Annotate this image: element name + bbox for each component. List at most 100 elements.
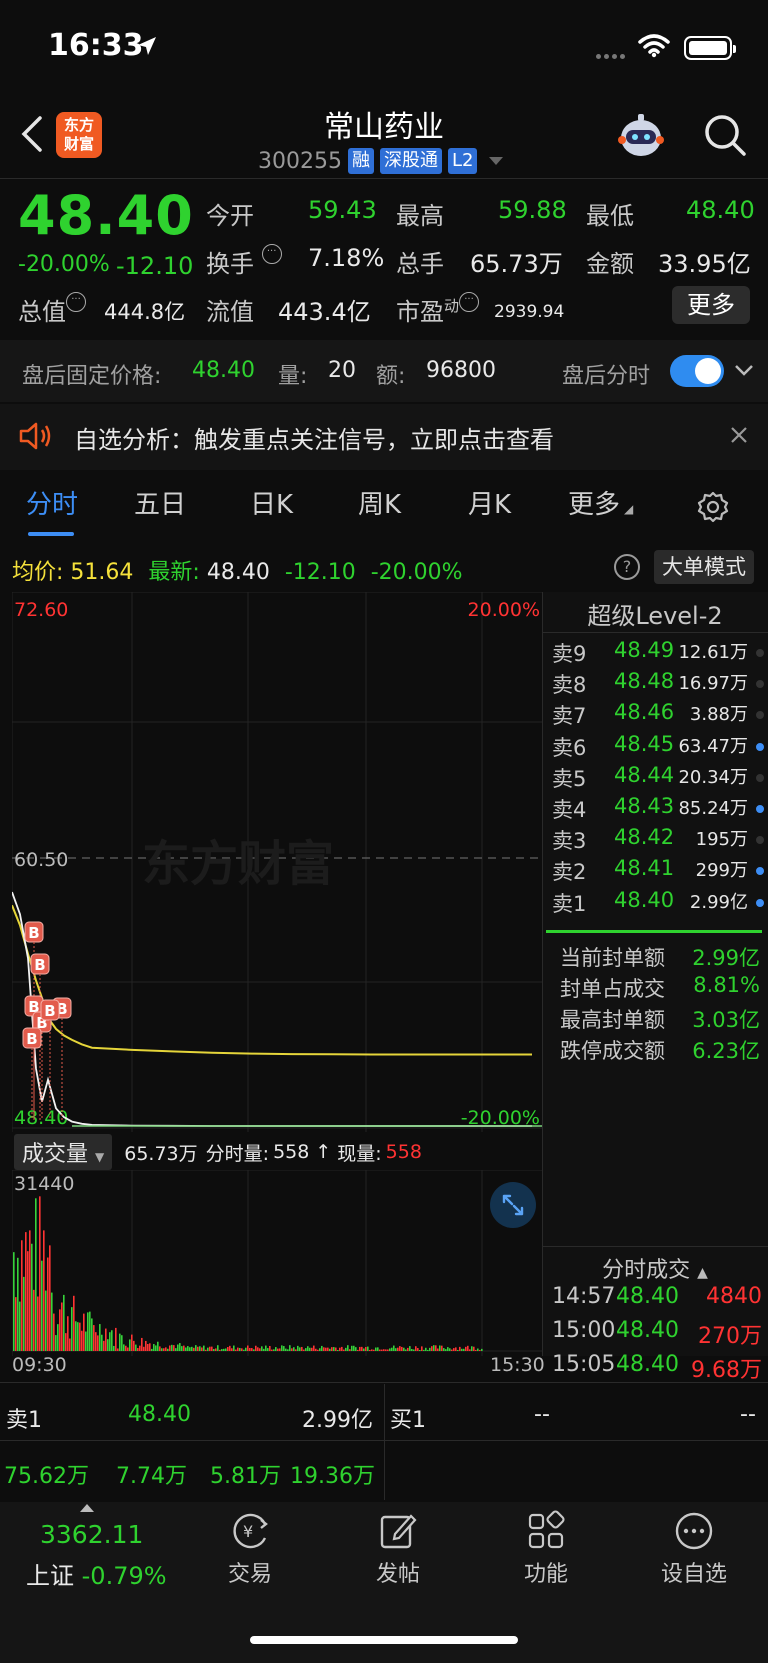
- volume-bar: [17, 1257, 19, 1351]
- tab-monthly-k[interactable]: 月K: [468, 484, 511, 521]
- caret-down-icon: [489, 157, 504, 165]
- mktcap-label[interactable]: 总值 ···: [18, 292, 86, 327]
- trade-price: 48.40: [616, 1284, 679, 1309]
- ask-level: 卖8: [552, 673, 587, 698]
- gear-icon[interactable]: [696, 490, 730, 524]
- help-icon[interactable]: ?: [614, 554, 640, 580]
- info-dots-icon: ···: [459, 292, 480, 312]
- volume-bar: [421, 1346, 423, 1351]
- post-button[interactable]: 发帖: [338, 1510, 458, 1588]
- ask-level: 卖1: [552, 891, 587, 916]
- volume-bar: [265, 1345, 267, 1351]
- functions-button[interactable]: 功能: [486, 1510, 606, 1588]
- tab-more[interactable]: 更多 ◢: [568, 484, 633, 521]
- volume-bar: [469, 1349, 471, 1351]
- intraday-price-chart[interactable]: 东方财富 72.60 20.00% 60.50 48.40 -20.00% BB…: [12, 592, 542, 1132]
- volume-bar: [409, 1346, 411, 1351]
- turnover-value: 7.18%: [308, 244, 385, 272]
- trade-button[interactable]: ¥ 交易: [190, 1510, 310, 1588]
- volume-bar: [129, 1339, 131, 1351]
- index-value[interactable]: 3362.11: [40, 1520, 143, 1549]
- volume-chart[interactable]: 31440 09:30: [12, 1170, 542, 1356]
- volume-bar: [263, 1348, 265, 1351]
- svg-text:B: B: [28, 924, 39, 942]
- ask-row[interactable]: 卖4 48.43 85.24万: [552, 794, 764, 825]
- volume-bar: [271, 1349, 273, 1351]
- postmarket-toggle[interactable]: [670, 355, 724, 387]
- volume-bar: [361, 1346, 363, 1351]
- volume-bar: [183, 1345, 185, 1351]
- ask-row[interactable]: 卖2 48.41 299万: [552, 856, 764, 887]
- close-icon[interactable]: [728, 424, 750, 446]
- trade-qty: 9.68万: [691, 1358, 762, 1383]
- volume-bar: [107, 1339, 109, 1351]
- volume-bar: [101, 1334, 103, 1351]
- volume-bar: [103, 1340, 105, 1351]
- volume-bar: [339, 1347, 341, 1351]
- info-dots-icon: ···: [66, 292, 86, 312]
- volume-bar: [199, 1346, 201, 1351]
- volume-bar: [283, 1346, 285, 1351]
- panel-divider: [542, 592, 543, 1356]
- add-watchlist-button[interactable]: 设自选: [634, 1510, 754, 1588]
- volume-bar: [389, 1348, 391, 1351]
- volume-bar: [151, 1348, 153, 1351]
- pe-value: 2939.94: [494, 302, 565, 322]
- volume-bar: [115, 1327, 117, 1351]
- volume-bar: [161, 1348, 163, 1351]
- robot-assistant-icon[interactable]: [614, 112, 668, 162]
- index-line[interactable]: 上证 -0.79%: [26, 1556, 167, 1591]
- volume-bar: [327, 1347, 329, 1351]
- tab-intraday[interactable]: 分时: [26, 484, 78, 521]
- ask-level: 卖7: [552, 704, 587, 729]
- ask-row[interactable]: 卖9 48.49 12.61万: [552, 638, 764, 669]
- volume-bar: [445, 1349, 447, 1351]
- svg-text:B: B: [44, 1002, 55, 1020]
- volume-bar: [247, 1345, 249, 1351]
- ask-row[interactable]: 卖5 48.44 20.34万: [552, 763, 764, 794]
- volume-bar: [367, 1346, 369, 1351]
- volume-bar: [329, 1348, 331, 1351]
- volume-bar: [319, 1348, 321, 1351]
- volume-bar: [121, 1335, 123, 1351]
- ask-row[interactable]: 卖7 48.46 3.88万: [552, 700, 764, 731]
- vol-ymax-label: 31440: [14, 1173, 74, 1195]
- ask-row[interactable]: 卖8 48.48 16.97万: [552, 669, 764, 700]
- order-dot-icon: [756, 773, 764, 782]
- trades-title[interactable]: 分时成交 ▲: [542, 1252, 768, 1284]
- ask-row[interactable]: 卖1 48.40 2.99亿: [552, 888, 764, 919]
- volume-bar: [251, 1348, 253, 1351]
- volume-bar: [99, 1324, 101, 1351]
- volume-bar: [249, 1347, 251, 1351]
- seal-label: 最高封单额: [560, 1008, 665, 1032]
- volume-bar: [37, 1296, 39, 1351]
- volume-bar: [357, 1349, 359, 1351]
- volume-bar: [43, 1230, 45, 1351]
- ask-level: 卖2: [552, 860, 587, 885]
- tab-weekly-k[interactable]: 周K: [358, 484, 401, 521]
- tab-five-day[interactable]: 五日: [134, 484, 186, 521]
- turnover-label[interactable]: 换手 ···: [206, 244, 282, 279]
- ask-row[interactable]: 卖3 48.42 195万: [552, 825, 764, 856]
- chevron-down-icon[interactable]: [734, 360, 754, 380]
- volume-bar: [455, 1347, 457, 1351]
- volume-bar: [217, 1345, 219, 1351]
- more-button[interactable]: 更多: [672, 286, 750, 324]
- tab-daily-k[interactable]: 日K: [250, 484, 293, 521]
- notice-text[interactable]: 自选分析：触发重点关注信号，立即点击查看: [74, 420, 554, 455]
- stock-subline[interactable]: 300255 融 深股通 L2: [258, 146, 504, 176]
- big-order-mode-button[interactable]: 大单模式: [654, 550, 754, 584]
- volume-bar: [123, 1344, 125, 1351]
- volume-indicator-select[interactable]: 成交量 ▼: [14, 1134, 113, 1170]
- ask-row[interactable]: 卖6 48.45 63.47万: [552, 732, 764, 763]
- volume-bar: [71, 1307, 73, 1351]
- volume-bar: [391, 1347, 393, 1351]
- divider: [542, 1246, 768, 1247]
- expand-chart-button[interactable]: [490, 1182, 536, 1228]
- pe-label[interactable]: 市盈动 ···: [396, 292, 480, 327]
- volume-bar: [185, 1347, 187, 1351]
- volume-bar: [255, 1345, 257, 1351]
- volume-bar: [205, 1349, 207, 1351]
- volume-bar: [451, 1349, 453, 1351]
- search-icon[interactable]: [702, 112, 748, 158]
